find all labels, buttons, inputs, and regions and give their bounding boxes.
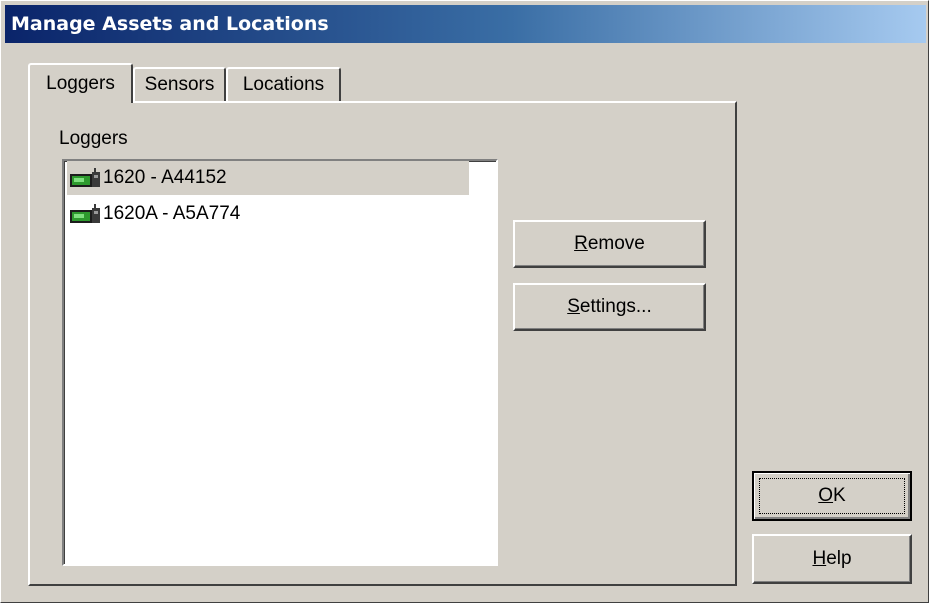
settings-label: ettings...: [579, 296, 652, 317]
remove-button[interactable]: Remove: [513, 220, 706, 268]
dialog-title-bar[interactable]: Manage Assets and Locations: [5, 5, 926, 43]
ok-label: K: [833, 485, 846, 506]
loggers-list-label: Loggers: [59, 128, 128, 149]
settings-mnemonic: S: [567, 296, 580, 317]
remove-mnemonic: R: [574, 233, 588, 254]
ok-button[interactable]: OK: [752, 471, 912, 521]
help-mnemonic: H: [812, 548, 827, 569]
loggers-listbox[interactable]: 1620 - A44152 1620A - A5A774: [62, 159, 498, 566]
tab-sensors-label: Sensors: [144, 74, 215, 95]
settings-button[interactable]: Settings...: [513, 283, 706, 331]
help-button[interactable]: Help: [752, 534, 912, 584]
list-item[interactable]: 1620 - A44152: [67, 161, 469, 195]
logger-device-icon: [70, 204, 100, 223]
ok-mnemonic: O: [818, 485, 834, 506]
list-item-label: 1620A - A5A774: [103, 203, 241, 224]
list-item[interactable]: 1620A - A5A774: [67, 197, 469, 231]
help-label: elp: [826, 548, 852, 569]
tab-locations[interactable]: Locations: [226, 67, 341, 101]
dialog-title: Manage Assets and Locations: [11, 13, 329, 35]
tab-locations-label: Locations: [242, 74, 325, 95]
list-item-label: 1620 - A44152: [103, 167, 227, 188]
tab-loggers-label: Loggers: [46, 73, 115, 94]
logger-device-icon: [70, 168, 100, 187]
tab-sensors[interactable]: Sensors: [133, 67, 226, 101]
tab-loggers[interactable]: Loggers: [28, 63, 133, 103]
remove-label: emove: [587, 233, 645, 254]
